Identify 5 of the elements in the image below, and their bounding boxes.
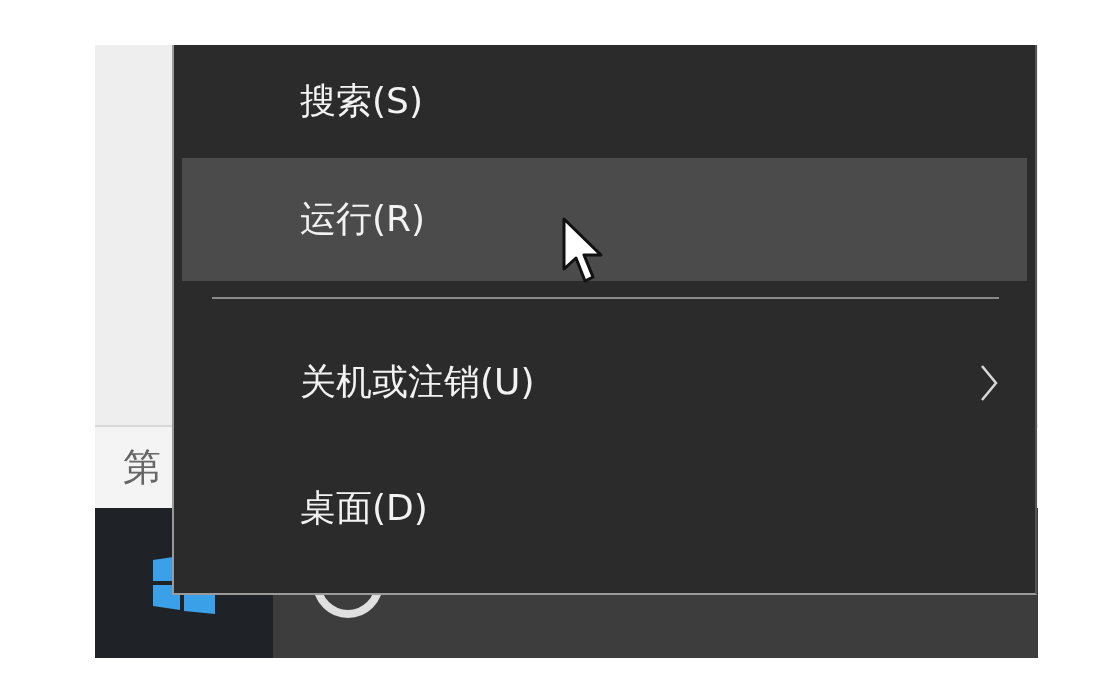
document-text: 第 xyxy=(123,444,161,491)
menu-item[interactable]: 运行(R) xyxy=(182,158,1027,281)
menu-item[interactable]: 搜索(S) xyxy=(182,45,1027,158)
menu-item[interactable]: 桌面(D) xyxy=(182,444,1027,572)
menu-item[interactable]: 关机或注销(U) xyxy=(182,321,1027,444)
